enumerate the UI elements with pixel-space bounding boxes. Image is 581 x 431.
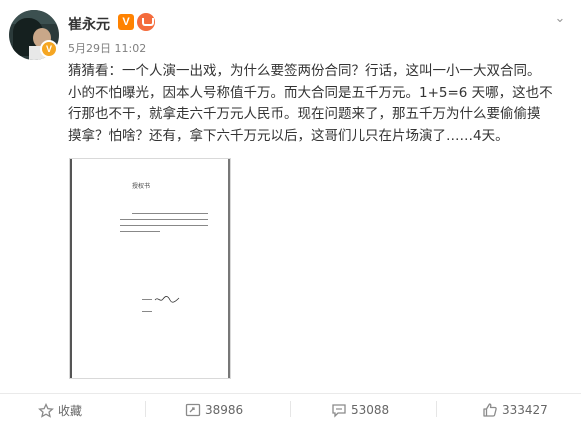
author-name[interactable]: 崔永元 — [68, 14, 110, 34]
verified-badge-icon: V — [40, 40, 58, 58]
verified-v-icon[interactable]: V — [118, 14, 134, 30]
comment-count: 53088 — [351, 403, 390, 417]
post-timestamp[interactable]: 5月29日 11:02 — [68, 40, 146, 56]
attached-document-image[interactable]: 授权书 — [70, 159, 230, 378]
footer-divider — [0, 393, 581, 394]
like-count: 333427 — [502, 403, 548, 417]
post-line: 行那也不干，就拿走六千万元人民币。现在问题来了，那五千万为什么要偷偷摸 — [68, 106, 541, 122]
like-button[interactable]: 333427 — [482, 402, 548, 418]
repost-count: 38986 — [205, 403, 244, 417]
document-title: 授权书 — [132, 183, 151, 190]
comment-icon — [332, 404, 346, 418]
favorite-label: 收藏 — [58, 404, 83, 418]
post-line: 摸拿？怕啥？还有，拿下六千万元以后，这哥们儿只在片场演了……4天。 — [68, 127, 509, 144]
signature-mark — [154, 296, 180, 303]
comment-button[interactable]: 53088 — [331, 402, 389, 418]
repost-button[interactable]: 38986 — [185, 402, 243, 418]
post-text: 猜猜看：一个人演一出戏，为什么要签两份合同？行话，这叫一小一大双合同。 小的不怕曝… — [68, 61, 563, 147]
chevron-down-icon[interactable]: ⌄ — [552, 12, 568, 26]
repost-icon — [185, 403, 201, 417]
like-icon — [483, 403, 497, 417]
vip-crown-icon[interactable] — [137, 13, 155, 31]
post-line: 小的不怕曝光，因本人号称值千万。而大合同是五千万元。1+5=6 天哪，这也不 — [68, 84, 553, 101]
weibo-card: V 崔永元 V 5月29日 11:02 ⌄ 猜猜看：一个人演一出戏，为什么要签两… — [0, 0, 581, 431]
favorite-icon — [38, 402, 54, 418]
favorite-button[interactable]: 收藏 — [38, 402, 82, 419]
post-line: 猜猜看：一个人演一出戏，为什么要签两份合同？行话，这叫一小一大双合同。 — [68, 63, 541, 79]
